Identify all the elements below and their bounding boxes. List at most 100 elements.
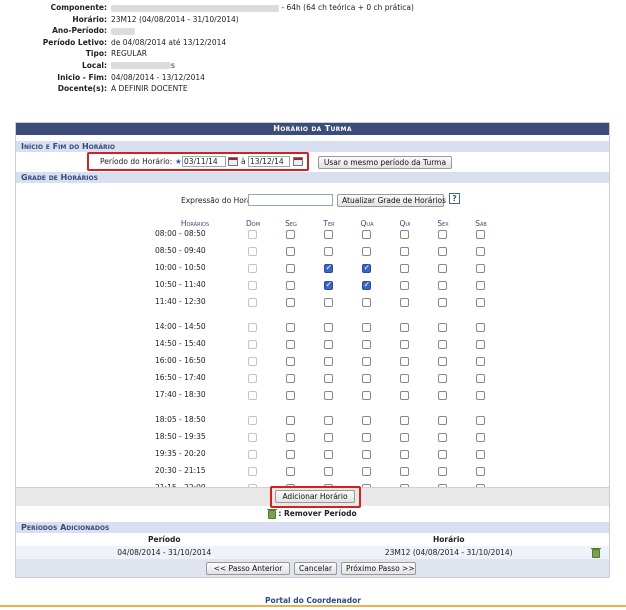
schedule-checkbox[interactable]	[362, 340, 371, 349]
expressao-input[interactable]	[248, 194, 333, 206]
schedule-checkbox[interactable]	[286, 433, 295, 442]
date-start-input[interactable]: 03/11/14	[182, 156, 226, 167]
schedule-checkbox[interactable]	[400, 230, 409, 239]
schedule-checkbox[interactable]	[324, 416, 333, 425]
schedule-checkbox[interactable]	[400, 374, 409, 383]
schedule-checkbox[interactable]	[362, 416, 371, 425]
schedule-checkbox[interactable]	[476, 433, 485, 442]
cancel-button[interactable]: Cancelar	[294, 562, 337, 575]
date-end-input[interactable]: 13/12/14	[248, 156, 290, 167]
schedule-checkbox[interactable]	[438, 374, 447, 383]
schedule-checkbox[interactable]	[324, 450, 333, 459]
same-period-button[interactable]: Usar o mesmo período da Turma	[318, 156, 452, 169]
schedule-checkbox[interactable]	[438, 247, 447, 256]
schedule-checkbox[interactable]	[362, 263, 371, 273]
schedule-checkbox[interactable]	[400, 298, 409, 307]
schedule-checkbox[interactable]	[324, 340, 333, 349]
next-step-button[interactable]: Próximo Passo >>	[341, 562, 416, 575]
schedule-checkbox[interactable]	[438, 450, 447, 459]
schedule-checkbox[interactable]	[286, 416, 295, 425]
schedule-checkbox[interactable]	[400, 450, 409, 459]
adicionar-horario-button[interactable]: Adicionar Horário	[275, 490, 355, 503]
schedule-checkbox[interactable]	[324, 298, 333, 307]
schedule-checkbox[interactable]	[476, 391, 485, 400]
schedule-checkbox[interactable]	[400, 357, 409, 366]
schedule-checkbox[interactable]	[324, 263, 333, 273]
schedule-checkbox[interactable]	[286, 467, 295, 476]
schedule-checkbox[interactable]	[400, 264, 409, 273]
schedule-checkbox[interactable]	[400, 340, 409, 349]
schedule-checkbox[interactable]	[324, 433, 333, 442]
schedule-checkbox[interactable]	[400, 467, 409, 476]
prev-step-button[interactable]: << Passo Anterior	[206, 562, 290, 575]
schedule-checkbox[interactable]	[438, 281, 447, 290]
schedule-checkbox[interactable]	[362, 374, 371, 383]
schedule-checkbox[interactable]	[286, 230, 295, 239]
schedule-checkbox[interactable]	[400, 416, 409, 425]
schedule-checkbox[interactable]	[476, 416, 485, 425]
footer-portal-link[interactable]: Portal do Coordenador	[0, 596, 626, 605]
schedule-checkbox[interactable]	[286, 247, 295, 256]
schedule-checkbox[interactable]	[362, 450, 371, 459]
schedule-checkbox[interactable]	[400, 391, 409, 400]
schedule-checkbox[interactable]	[286, 391, 295, 400]
schedule-checkbox[interactable]	[476, 264, 485, 273]
schedule-checkbox[interactable]	[400, 323, 409, 332]
schedule-checkbox[interactable]	[286, 340, 295, 349]
schedule-checkbox[interactable]	[476, 357, 485, 366]
help-icon[interactable]: ?	[449, 193, 460, 204]
schedule-checkbox[interactable]	[286, 281, 295, 290]
schedule-checkbox[interactable]	[324, 391, 333, 400]
schedule-checkbox[interactable]	[438, 323, 447, 332]
schedule-checkbox[interactable]	[476, 340, 485, 349]
schedule-checkbox[interactable]	[286, 374, 295, 383]
schedule-checkbox[interactable]	[324, 230, 333, 239]
schedule-checkbox[interactable]	[476, 467, 485, 476]
schedule-checkbox[interactable]	[286, 323, 295, 332]
schedule-checkbox[interactable]	[400, 433, 409, 442]
schedule-checkbox[interactable]	[476, 298, 485, 307]
schedule-checkbox[interactable]	[286, 357, 295, 366]
schedule-checkbox[interactable]	[438, 433, 447, 442]
schedule-checkbox[interactable]	[400, 247, 409, 256]
schedule-checkbox[interactable]	[438, 357, 447, 366]
schedule-checkbox[interactable]	[324, 280, 333, 290]
schedule-checkbox[interactable]	[476, 374, 485, 383]
schedule-checkbox[interactable]	[362, 323, 371, 332]
schedule-checkbox[interactable]	[438, 340, 447, 349]
schedule-checkbox[interactable]	[438, 230, 447, 239]
schedule-checkbox[interactable]	[476, 323, 485, 332]
schedule-checkbox[interactable]	[324, 323, 333, 332]
trash-icon[interactable]	[591, 547, 601, 558]
schedule-checkbox[interactable]	[476, 450, 485, 459]
schedule-checkbox[interactable]	[324, 357, 333, 366]
schedule-checkbox[interactable]	[362, 357, 371, 366]
schedule-checkbox[interactable]	[362, 391, 371, 400]
schedule-checkbox[interactable]	[362, 467, 371, 476]
schedule-checkbox[interactable]	[362, 280, 371, 290]
schedule-checkbox[interactable]	[476, 281, 485, 290]
table-row: 04/08/2014 - 31/10/2014 23M12 (04/08/201…	[16, 546, 609, 559]
schedule-checkbox[interactable]	[362, 230, 371, 239]
schedule-checkbox[interactable]	[438, 391, 447, 400]
schedule-checkbox[interactable]	[438, 264, 447, 273]
schedule-checkbox[interactable]	[400, 281, 409, 290]
atualizar-grade-button[interactable]: Atualizar Grade de Horários	[337, 194, 446, 207]
calendar-icon[interactable]	[228, 157, 238, 166]
schedule-checkbox[interactable]	[476, 247, 485, 256]
schedule-checkbox[interactable]	[476, 230, 485, 239]
schedule-checkbox[interactable]	[438, 467, 447, 476]
schedule-checkbox[interactable]	[362, 433, 371, 442]
schedule-checkbox[interactable]	[286, 450, 295, 459]
schedule-checkbox[interactable]	[438, 298, 447, 307]
schedule-checkbox[interactable]	[324, 374, 333, 383]
remover-legend-text: : Remover Período	[278, 509, 357, 518]
schedule-checkbox[interactable]	[362, 247, 371, 256]
schedule-checkbox[interactable]	[324, 467, 333, 476]
schedule-checkbox[interactable]	[286, 298, 295, 307]
schedule-checkbox[interactable]	[324, 247, 333, 256]
schedule-checkbox[interactable]	[362, 298, 371, 307]
schedule-checkbox[interactable]	[286, 264, 295, 273]
schedule-checkbox[interactable]	[438, 416, 447, 425]
calendar-icon[interactable]	[293, 157, 303, 166]
